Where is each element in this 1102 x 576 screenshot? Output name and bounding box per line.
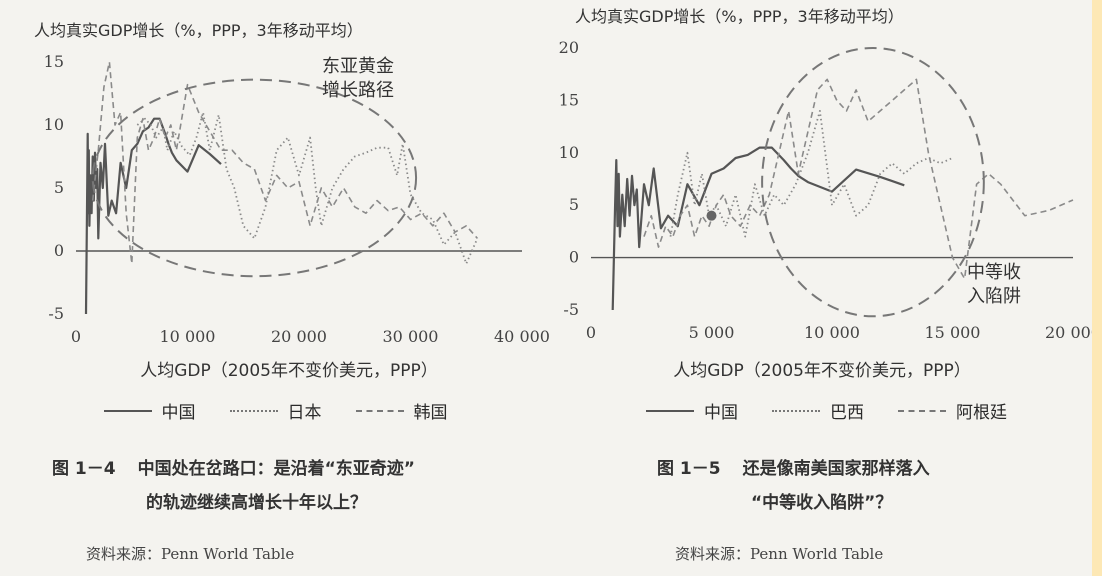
x-tick-label: 40 000 [494, 327, 550, 346]
legend-solid-line [103, 409, 152, 412]
y-tick-label: 10 [44, 115, 64, 134]
legend-solid-line [646, 409, 694, 412]
caption-line: 的轨迹继续高增长十年以上？ [146, 493, 367, 513]
legend-label: 中国 [161, 403, 196, 423]
figure-1-5: 人均真实GDP增长（%，PPP，3年移动平均） -5 0 5 10 15 20 0 5 000 1… [551, 0, 1102, 576]
chart-annotation: 增长路径 [322, 80, 394, 101]
legend-label: 中国 [704, 403, 738, 423]
y-tick-label: -5 [563, 300, 579, 319]
y-tick-label: 10 [559, 143, 579, 162]
chart-annotation: 中等收 [967, 262, 1021, 283]
legend-label: 韩国 [413, 403, 448, 423]
legend-label: 阿根廷 [956, 403, 1007, 423]
caption-1-5: 图 1－5 还是像南美国家那样落入 “中等收入陷阱”？ [657, 452, 930, 520]
chart-1-5: 人均真实GDP增长（%，PPP，3年移动平均） -5 0 5 10 15 20 0 5 000 1… [559, 7, 1092, 381]
x-tick-label: 20 000 [1045, 323, 1092, 342]
series-line-solid [611, 146, 905, 311]
y-tick-label: 5 [569, 195, 579, 214]
legend-dotted-line [229, 409, 278, 412]
legend-label: 日本 [287, 403, 322, 423]
y-tick-label: 20 [559, 38, 579, 57]
x-tick-label: 15 000 [925, 323, 981, 342]
legend-1-5: 中国 巴西 阿根廷 [551, 398, 1102, 423]
x-tick-label: 30 000 [383, 327, 439, 346]
legend-item-korea: 韩国 [355, 398, 448, 423]
y-tick-label: -5 [48, 304, 64, 323]
highlight-ellipse [761, 47, 985, 318]
chart-1-4: 人均真实GDP增长（%，PPP，3年移动平均） -5 0 5 10 15 0 10 000 20… [34, 21, 550, 381]
figure-1-4: 人均真实GDP增长（%，PPP，3年移动平均） -5 0 5 10 15 0 10 000 20… [0, 0, 551, 576]
y-tick-label: 5 [54, 178, 64, 197]
x-tick-label: 20 000 [271, 327, 327, 346]
legend-dotted-line [772, 409, 820, 412]
highlight-point [706, 210, 717, 221]
caption-1-4: 图 1－4 中国处在岔路口：是沿着“东亚奇迹” 的轨迹继续高增长十年以上？ [52, 452, 415, 520]
x-tick-label: 0 [71, 327, 81, 346]
y-tick-label: 0 [569, 248, 579, 267]
x-tick-label: 5 000 [689, 323, 735, 342]
x-tick-label: 10 000 [804, 323, 860, 342]
chart-annotation: 入陷阱 [967, 286, 1021, 307]
x-tick-label: 10 000 [160, 327, 216, 346]
chart-annotation: 东亚黄金 [322, 56, 394, 77]
legend-label: 巴西 [830, 403, 864, 423]
legend-dashed-line [355, 409, 404, 412]
caption-line: “中等收入陷阱”？ [751, 493, 893, 513]
caption-number: 图 1－4 [52, 459, 116, 479]
series-line-dashed [91, 61, 479, 265]
page-edge-strip [1092, 0, 1102, 576]
source-1-5: 资料来源：Penn World Table [675, 545, 884, 563]
legend-item-japan: 日本 [229, 398, 322, 423]
legend-item-argentina: 阿根廷 [898, 398, 1007, 423]
caption-number: 图 1－5 [657, 459, 721, 479]
y-tick-label: 15 [559, 90, 579, 109]
highlight-ellipse [91, 78, 418, 278]
x-axis-label: 人均GDP（2005年不变价美元，PPP） [140, 361, 438, 381]
y-tick-label: 15 [44, 52, 64, 71]
legend-item-china: 中国 [103, 398, 196, 423]
legend-1-4: 中国 日本 韩国 [0, 398, 551, 423]
legend-item-china: 中国 [646, 398, 738, 423]
caption-line: 中国处在岔路口：是沿着“东亚奇迹” [137, 459, 415, 479]
y-axis-label: 人均真实GDP增长（%，PPP，3年移动平均） [575, 7, 904, 26]
legend-item-brazil: 巴西 [772, 398, 864, 423]
y-tick-label: 0 [54, 241, 64, 260]
series-line-dotted [136, 111, 479, 265]
y-axis-label: 人均真实GDP增长（%，PPP，3年移动平均） [34, 21, 363, 40]
source-1-4: 资料来源：Penn World Table [86, 545, 295, 563]
x-axis-label: 人均GDP（2005年不变价美元，PPP） [673, 361, 971, 381]
x-tick-label: 0 [586, 323, 596, 342]
caption-line: 还是像南美国家那样落入 [742, 459, 930, 479]
legend-dashed-line [898, 409, 946, 412]
